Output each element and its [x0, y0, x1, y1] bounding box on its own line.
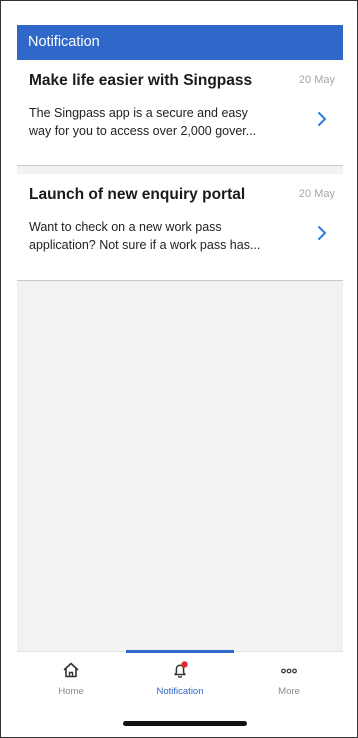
phone-screen: Notification Make life easier with Singp…	[0, 0, 358, 738]
tab-label: More	[278, 686, 300, 697]
tab-label: Notification	[156, 686, 204, 697]
notification-badge	[181, 661, 188, 668]
notification-item[interactable]: Make life easier with Singpass 20 May Th…	[17, 60, 343, 166]
notification-preview-line: Want to check on a new work pass	[29, 220, 222, 234]
active-tab-indicator	[126, 650, 234, 653]
tab-more[interactable]: More	[235, 652, 343, 712]
notification-list: Make life easier with Singpass 20 May Th…	[17, 60, 343, 651]
home-icon	[63, 662, 79, 678]
chevron-right-icon[interactable]	[311, 108, 333, 130]
tab-home[interactable]: Home	[17, 652, 125, 712]
notification-preview-line: The Singpass app is a secure and easy	[29, 106, 248, 120]
notification-item[interactable]: Launch of new enquiry portal 20 May Want…	[17, 174, 343, 281]
notification-date: 20 May	[298, 188, 335, 200]
page-title: Notification	[28, 34, 100, 50]
notification-preview-line: way for you to access over 2,000 gover..…	[29, 124, 257, 138]
notification-preview-line: application? Not sure if a work pass has…	[29, 238, 261, 252]
notification-date: 20 May	[298, 74, 335, 86]
home-indicator[interactable]	[123, 721, 247, 726]
notification-title: Make life easier with Singpass	[29, 72, 253, 89]
tab-bar: Home Notification More	[17, 650, 343, 737]
tab-notification[interactable]: Notification	[126, 650, 234, 712]
more-dots-icon	[281, 668, 297, 674]
notification-preview: Want to check on a new work pass applica…	[29, 218, 301, 254]
page-header: Notification	[17, 25, 343, 60]
bell-icon	[174, 661, 188, 678]
notification-title: Launch of new enquiry portal	[29, 186, 246, 203]
chevron-right-icon[interactable]	[311, 222, 333, 244]
tab-label: Home	[58, 686, 84, 697]
notification-preview: The Singpass app is a secure and easy wa…	[29, 104, 301, 140]
